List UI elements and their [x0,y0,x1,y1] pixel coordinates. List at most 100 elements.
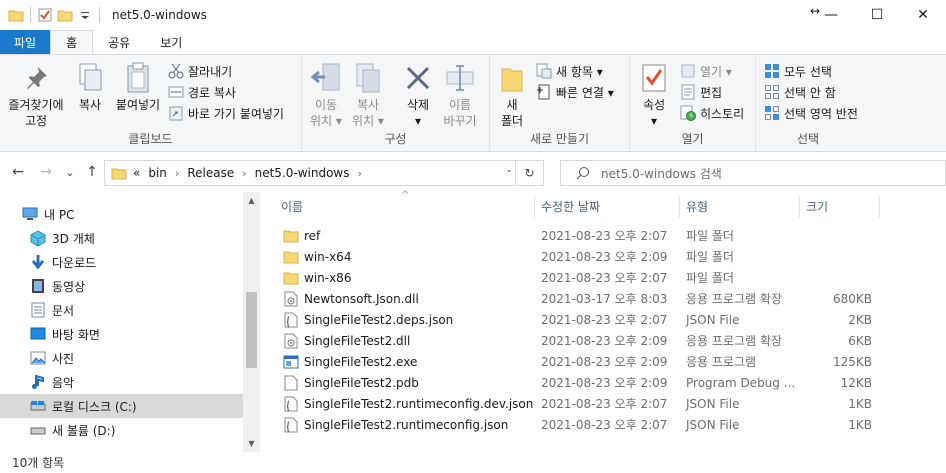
move-to-label-2: 위치 ▾ [310,114,342,128]
file-row[interactable]: Newtonsoft.Json.dll 2021-03-17 오후 8:03 응용 … [275,288,880,309]
column-header-type[interactable]: 유형 [680,192,800,220]
column-header-name[interactable]: 이름 ^ [275,190,535,220]
properties-icon[interactable] [37,7,53,23]
address-dropdown-chevron-icon[interactable]: ⌄ [505,165,513,175]
move-to-icon [310,61,342,95]
column-header-label: 유형 [686,199,709,214]
sidebar-item-music[interactable]: 음악 [0,370,243,394]
breadcrumb-overflow[interactable]: « [133,166,140,180]
sidebar-item-label: 바탕 화면 [52,327,100,342]
scissors-icon [168,63,184,79]
history-button[interactable]: 히스토리 [680,103,744,123]
tab-view[interactable]: 보기 [145,30,197,54]
up-arrow-icon[interactable]: ↑ [82,162,102,182]
tab-file[interactable]: 파일 [0,30,51,54]
select-all-button[interactable]: 모두 선택 [764,61,832,81]
folder-icon [283,228,299,244]
pin-to-quick-access-button[interactable]: 즐겨찾기에 고정 [4,61,68,129]
delete-dropdown-arrow: ▾ [414,114,422,128]
scroll-up-arrow-icon[interactable]: ▲ [243,192,260,209]
new-group: 새 폴더 새 항목 ▾ 빠른 연결 ▾ 새로 만들기 [490,55,630,151]
exe-icon [283,354,299,370]
search-box[interactable]: net5.0-windows 검색 [560,160,946,186]
sidebar-item-desktop[interactable]: 바탕 화면 [0,322,243,346]
chevron-right-icon[interactable]: › [242,167,246,180]
address-bar[interactable]: « bin › Release › net5.0-windows › ⌄ ↻ [104,160,544,186]
sidebar-item-pictures[interactable]: 사진 [0,346,243,370]
rename-button[interactable]: 이름 바꾸기 [440,61,480,129]
sidebar-item-new-volume-d[interactable]: 새 볼륨 (D:) [0,418,243,442]
sidebar-item-documents[interactable]: 문서 [0,298,243,322]
sidebar-item-local-disk-c[interactable]: 로컬 디스크 (C:) [0,394,243,418]
sidebar-item-3d-objects[interactable]: 3D 개체 [0,226,243,250]
documents-icon [30,302,46,318]
file-type: 파일 폴더 [686,250,734,264]
new-folder-icon[interactable] [57,7,73,23]
select-none-label: 선택 안 함 [784,85,836,100]
sidebar-item-this-pc[interactable]: 내 PC [0,202,243,226]
copy-path-label: 경로 복사 [188,85,236,100]
file-row[interactable]: SingleFileTest2.runtimeconfig.dev.json 20… [275,393,880,414]
clipboard-group-label: 클립보드 [128,132,173,146]
rename-icon [444,61,476,95]
file-size: 12KB [840,375,872,390]
file-date: 2021-08-23 오후 2:09 [541,334,668,348]
customize-toolbar-icon[interactable] [77,7,93,23]
chevron-right-icon[interactable]: › [175,167,179,180]
file-row[interactable]: win-x86 2021-08-23 오후 2:07 파일 폴더 [275,267,880,288]
file-row[interactable]: win-x64 2021-08-23 오후 2:09 파일 폴더 [275,246,880,267]
copy-button[interactable]: 복사 [70,61,110,113]
file-row[interactable]: SingleFileTest2.dll 2021-08-23 오후 2:09 응용 … [275,330,880,351]
invert-selection-button[interactable]: 선택 영역 반전 [764,103,858,123]
select-none-button[interactable]: 선택 안 함 [764,82,836,102]
sidebar-item-downloads[interactable]: 다운로드 [0,250,243,274]
close-button[interactable]: ✕ [900,0,946,30]
sidebar-item-label: 다운로드 [52,255,97,270]
paste-shortcut-button[interactable]: 바로 가기 붙여넣기 [168,103,284,123]
sidebar-scrollbar[interactable]: ▲ ▼ [243,192,260,452]
file-row[interactable]: ref 2021-08-23 오후 2:07 파일 폴더 [275,225,880,246]
open-button[interactable]: 열기 ▾ [680,61,732,81]
tab-home[interactable]: 홈 [50,30,94,54]
open-group: 속성 ▾ 열기 ▾ 편집 히스토리 열기 [630,55,756,151]
clipboard-group: 즐겨찾기에 고정 복사 붙여넣기 잘라내기 경로 복사 바로 가기 붙여넣기 클… [0,55,302,151]
paste-shortcut-icon [168,105,184,121]
chevron-right-icon[interactable]: › [358,167,362,180]
column-header-date[interactable]: 수정한 날짜 [535,192,680,220]
new-folder-button[interactable]: 새 폴더 [496,61,528,129]
breadcrumb-bin[interactable]: bin [148,166,167,180]
easy-access-button[interactable]: 빠른 연결 ▾ [536,82,614,102]
file-row[interactable]: SingleFileTest2.pdb 2021-08-23 오후 2:09 Pro… [275,372,880,393]
recent-locations-chevron-icon[interactable]: ⌄ [60,162,80,182]
pin-icon [20,61,52,95]
delete-button[interactable]: 삭제 ▾ [398,61,438,129]
scroll-down-arrow-icon[interactable]: ▼ [243,435,260,452]
forward-arrow-icon[interactable]: → [36,162,56,182]
cut-button[interactable]: 잘라내기 [168,61,232,81]
copy-to-button[interactable]: 복사 위치 ▾ [348,61,388,129]
scrollbar-thumb[interactable] [246,292,257,368]
maximize-button[interactable]: ☐ [854,0,900,30]
breadcrumb-release[interactable]: Release [187,166,234,180]
tab-share[interactable]: 공유 [93,30,145,54]
back-arrow-icon[interactable]: ← [8,162,28,182]
sidebar-item-videos[interactable]: 동영상 [0,274,243,298]
paste-button[interactable]: 붙여넣기 [112,61,164,113]
sidebar-item-label: 사진 [52,351,75,366]
file-row[interactable]: SingleFileTest2.exe 2021-08-23 오후 2:09 응용 … [275,351,880,372]
new-item-button[interactable]: 새 항목 ▾ [536,61,603,81]
properties-button[interactable]: 속성 ▾ [636,61,672,129]
file-row[interactable]: SingleFileTest2.runtimeconfig.json 2021-0… [275,414,880,435]
move-to-button[interactable]: 이동 위치 ▾ [306,61,346,129]
copy-to-label-2: 위치 ▾ [352,114,384,128]
refresh-icon[interactable]: ↻ [515,161,543,185]
copy-path-button[interactable]: 경로 복사 [168,82,236,102]
breadcrumb-net5-windows[interactable]: net5.0-windows [255,166,350,180]
video-icon [30,278,46,294]
edit-button[interactable]: 편집 [680,82,722,102]
invert-selection-icon [764,105,780,121]
file-name-cell: SingleFileTest2.dll [283,333,410,349]
column-header-size[interactable]: 크기 [800,192,880,220]
minimize-button[interactable]: — [808,0,854,30]
file-row[interactable]: SingleFileTest2.deps.json 2021-08-23 오후 2… [275,309,880,330]
